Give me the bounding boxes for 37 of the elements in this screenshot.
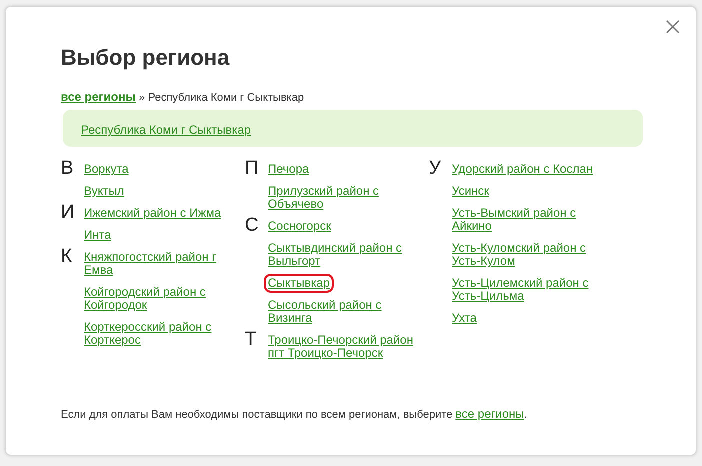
region-link[interactable]: Ухта bbox=[451, 312, 478, 325]
close-icon bbox=[666, 20, 680, 34]
breadcrumb-separator: » bbox=[139, 92, 146, 104]
footer-period: . bbox=[524, 409, 528, 421]
region-link[interactable]: Вуктыл bbox=[83, 185, 126, 198]
region-link[interactable]: Сосногорск bbox=[267, 220, 332, 233]
index-letter: К bbox=[61, 247, 74, 269]
index-letter: В bbox=[61, 159, 75, 181]
index-letter: Т bbox=[245, 330, 258, 352]
close-button[interactable] bbox=[666, 20, 680, 34]
index-letter: П bbox=[245, 159, 260, 181]
region-link[interactable]: Ижемский район с Ижма bbox=[83, 207, 222, 220]
index-letter: И bbox=[61, 203, 76, 225]
index-letter: У bbox=[429, 159, 442, 181]
region-link[interactable]: Удорский район с Кослан bbox=[451, 163, 594, 176]
region-link[interactable]: Инта bbox=[83, 229, 112, 242]
footer-text: Если для оплаты Вам необходимы поставщики по всем регионам, выберите bbox=[61, 409, 453, 421]
region-link[interactable]: Усть-Вымский район с Айкино bbox=[451, 207, 605, 233]
breadcrumb-link[interactable]: все регионы bbox=[61, 90, 136, 104]
selected-region-link[interactable]: Сыктывкар bbox=[267, 277, 332, 290]
region-link[interactable]: Усинск bbox=[451, 185, 490, 198]
region-link[interactable]: Печора bbox=[267, 163, 310, 176]
region-link[interactable]: Корткеросский район с Корткерос bbox=[83, 321, 237, 347]
region-link[interactable]: Сысольский район с Визинга bbox=[267, 299, 421, 325]
region-link[interactable]: Усть-Цилемский район с Усть-Цильма bbox=[451, 277, 605, 303]
region-link[interactable]: Троицко-Печорский район пгт Троицко-Печорск bbox=[267, 334, 421, 360]
region-link[interactable]: Княжпогостский район г Емва bbox=[83, 251, 237, 277]
region-link[interactable]: Прилузский район с Объячево bbox=[267, 185, 421, 211]
breadcrumb-current: Республика Коми г Сыктывкар bbox=[148, 92, 304, 104]
region-link[interactable]: Воркута bbox=[83, 163, 130, 176]
region-link[interactable]: Сыктывдинский район с Выльгорт bbox=[267, 242, 421, 268]
region-link[interactable]: Усть-Куломский район с Усть-Кулом bbox=[451, 242, 605, 268]
dialog-title: Выбор региона bbox=[61, 45, 231, 71]
index-letter: С bbox=[245, 216, 260, 238]
region-link[interactable]: Койгородский район с Койгородок bbox=[83, 286, 237, 312]
current-region-link[interactable]: Республика Коми г Сыктывкар bbox=[81, 123, 252, 137]
all-regions-link[interactable]: все регионы bbox=[456, 407, 524, 421]
